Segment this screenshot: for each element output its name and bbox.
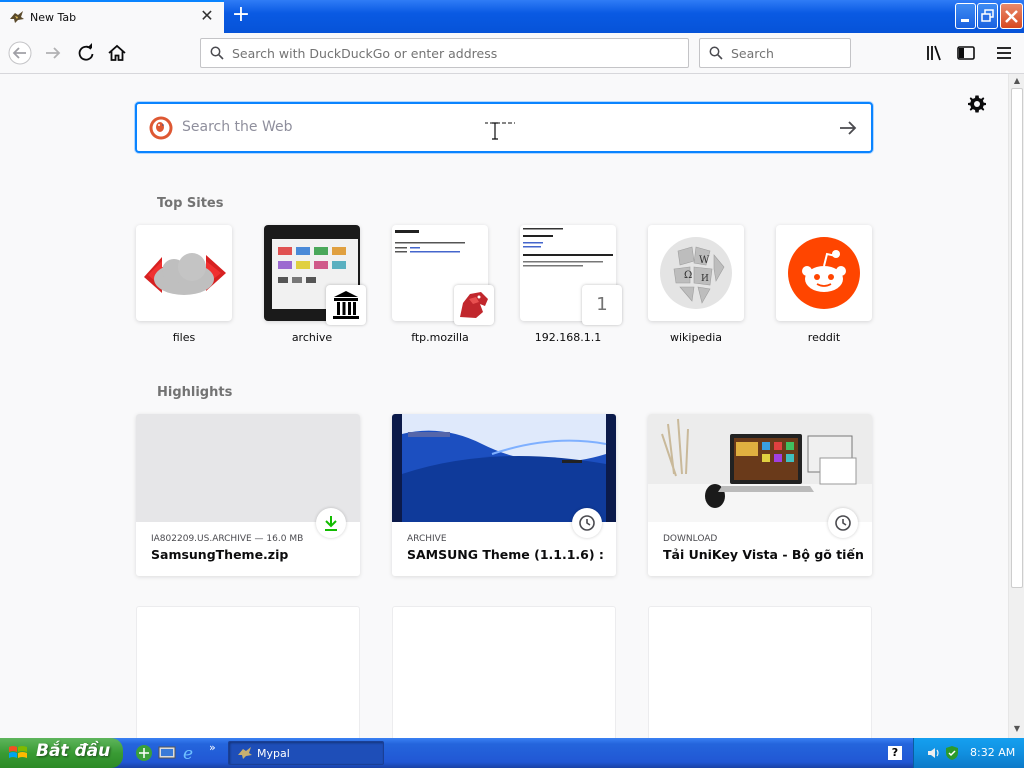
empty-highlight-placeholder [648,606,872,738]
browser-quicklaunch-icon[interactable] [135,744,153,762]
close-window-button[interactable] [1000,3,1023,29]
highlight-context: IA802209.US.ARCHIVE — 16.0 MB [151,534,304,544]
highlight-image [648,414,872,522]
archive-favicon [326,285,366,325]
forward-icon[interactable] [41,41,65,65]
title-bar: New Tab ✕ + [0,0,1024,33]
reload-icon[interactable] [74,41,98,65]
help-icon[interactable]: ? [888,746,902,760]
highlight-card[interactable]: IA802209.US.ARCHIVE — 16.0 MB SamsungThe… [136,414,360,576]
top-site-label: wikipedia [669,331,722,344]
search-bar-placeholder: Search [731,46,774,61]
taskbar: Bắt đầu e » Mypal ? 8:32 AM [0,738,1024,768]
address-bar-placeholder: Search with DuckDuckGo or enter address [232,46,498,61]
internet-explorer-icon[interactable]: e [181,744,199,762]
tab-title: New Tab [30,11,77,24]
download-bubble [316,508,346,538]
svg-text:W: W [699,255,710,266]
search-bar[interactable]: Search [699,38,851,68]
quicklaunch-more-icon[interactable]: » [209,741,216,754]
show-desktop-icon[interactable] [158,744,176,762]
mozilla-favicon [454,285,494,325]
highlight-title: SamsungTheme.zip [151,547,289,562]
taskbar-item-label: Mypal [257,747,290,760]
back-icon[interactable] [8,41,32,65]
minimize-icon [961,19,969,22]
start-button[interactable]: Bắt đầu [0,738,123,768]
archive-org-icon [333,291,359,319]
top-site-label: archive [291,331,333,344]
highlight-image [392,414,616,522]
clock: 8:32 AM [970,746,1016,759]
mozilla-dino-icon [460,292,488,318]
clock-icon [835,515,851,531]
top-site-label: 192.168.1.1 [534,331,602,344]
history-bubble [828,508,858,538]
restore-window-button[interactable] [977,3,998,29]
wikipedia-globe-icon: Ω W И [660,237,732,309]
reddit-thumbnail [776,225,872,321]
security-shield-icon[interactable] [944,745,960,761]
taskbar-item-mypal[interactable]: Mypal [228,741,384,765]
wikipedia-thumbnail: Ω W И [648,225,744,321]
files-thumbnail [136,225,232,321]
volume-icon[interactable] [926,745,942,761]
svg-text:Ω: Ω [684,270,692,281]
site-letter-badge: 1 [596,294,608,315]
start-label: Bắt đầu [36,741,111,761]
svg-text:e: e [183,744,193,762]
scroll-up-arrow-icon[interactable]: ▲ [1011,76,1023,88]
scrollbar-thumb[interactable] [1011,88,1023,588]
svg-text:И: И [701,274,709,284]
gear-icon[interactable] [967,94,987,114]
address-bar[interactable]: Search with DuckDuckGo or enter address [200,38,689,68]
close-tab-icon[interactable]: ✕ [198,6,216,26]
sidebar-icon[interactable] [954,41,978,65]
download-icon [325,516,337,531]
router-favicon: 1 [582,285,622,325]
mypal-icon [10,11,24,23]
history-bubble [572,508,602,538]
home-icon[interactable] [105,41,129,65]
system-tray: 8:32 AM [913,738,1024,768]
clock-icon [579,515,595,531]
close-icon [1005,10,1018,23]
navigation-toolbar: Search with DuckDuckGo or enter address … [0,33,1024,74]
text-cursor-icon [485,122,515,140]
top-site-label: ftp.mozilla [411,331,469,344]
highlight-context: DOWNLOAD [663,534,718,544]
empty-highlight-placeholder [136,606,360,738]
mypal-icon [238,747,252,759]
duckduckgo-icon [149,116,173,140]
menu-icon[interactable] [992,41,1016,65]
highlight-card[interactable]: ARCHIVE SAMSUNG Theme (1.1.1.6) : S... [392,414,616,576]
new-tab-page: Search the Web Top Sites files archive f… [0,74,1008,738]
library-icon[interactable] [923,41,947,65]
search-icon [709,46,723,60]
empty-highlight-placeholder [392,606,616,738]
highlight-title: SAMSUNG Theme (1.1.1.6) : S... [407,547,607,562]
highlight-context: ARCHIVE [407,534,447,544]
new-tab-icon[interactable]: + [229,4,253,28]
sync-cloud-icon [144,253,226,295]
restore-icon [981,9,994,22]
top-sites-heading: Top Sites [157,196,224,211]
highlights-heading: Highlights [157,385,233,400]
highlight-card[interactable]: DOWNLOAD Tải UniKey Vista - Bộ gõ tiến..… [648,414,872,576]
reddit-alien-icon [788,237,860,309]
highlight-title: Tải UniKey Vista - Bộ gõ tiến... [663,547,863,562]
top-site-label: reddit [807,331,841,344]
scroll-down-arrow-icon[interactable]: ▼ [1011,724,1023,736]
tab-new-tab[interactable]: New Tab ✕ [0,0,224,33]
minimize-window-button[interactable] [955,3,976,29]
search-icon [210,46,224,60]
vertical-scrollbar[interactable]: ▲ ▼ [1008,74,1024,738]
arrow-right-icon[interactable] [837,117,859,139]
highlight-image [136,414,360,522]
windows-logo-icon [9,746,27,758]
web-search-placeholder: Search the Web [182,119,293,135]
top-site-label: files [172,331,196,344]
